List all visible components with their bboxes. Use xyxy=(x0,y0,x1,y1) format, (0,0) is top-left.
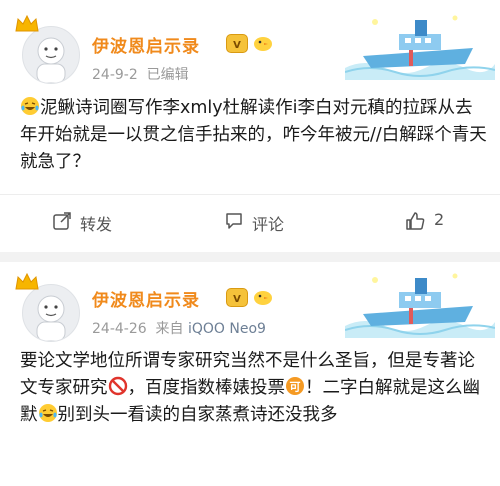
section-gap xyxy=(0,252,500,262)
svg-text:V: V xyxy=(233,294,241,305)
post-text: 泥鳅诗词圈写作李xmly杜解读作i李白对元稹的拉踩从去年开始就是一以贯之信手拈来… xyxy=(20,98,487,172)
vip-badge-icon: V xyxy=(226,288,248,307)
ship-decoration xyxy=(345,15,495,80)
divider xyxy=(0,194,500,195)
post-text: ，百度指数棒婊投票 xyxy=(127,378,286,398)
repost-icon xyxy=(53,212,71,230)
like-icon xyxy=(406,212,425,230)
avatar[interactable] xyxy=(22,284,80,342)
repost-button[interactable]: 转发 xyxy=(52,211,124,235)
avatar[interactable] xyxy=(22,26,80,84)
laugh-cry-emoji xyxy=(38,404,57,422)
post-meta: 24-9-2 已编辑 xyxy=(92,64,189,84)
chick-icon xyxy=(254,291,272,305)
source-prefix: 来自 xyxy=(155,321,184,337)
svg-text:V: V xyxy=(233,40,241,51)
laugh-cry-emoji xyxy=(21,97,39,115)
post-content: 要论文学地位所谓专家研究当然不是什么圣旨，但是专著论文专家研究 ，百度指数棒婊投… xyxy=(20,348,488,466)
ke-badge-emoji: 可 xyxy=(286,377,304,395)
comment-icon xyxy=(226,213,242,229)
vip-badge-icon: V xyxy=(226,34,248,53)
prohibited-emoji xyxy=(108,376,127,396)
post-text: 别到头一看读的自家蒸煮诗还没我多 xyxy=(57,405,338,425)
post-content: 泥鳅诗词圈写作李xmly杜解读作i李白对元稹的拉踩从去年开始就是一以贯之信手拈来… xyxy=(20,95,488,185)
svg-text:可: 可 xyxy=(290,381,301,394)
comment-label: 评论 xyxy=(252,215,285,234)
post-date: 24-9-2 xyxy=(92,67,138,83)
username[interactable]: 伊波恩启示录 xyxy=(92,32,200,57)
like-button[interactable]: 2 xyxy=(404,210,454,234)
ship-decoration xyxy=(345,273,495,338)
post-card: 伊波恩启示录 V 24-4-26 来自 iQOO Neo9 要论文学地位所谓专家… xyxy=(0,262,500,486)
post-date: 24-4-26 xyxy=(92,321,147,337)
like-count: 2 xyxy=(434,210,445,229)
source-link[interactable]: iQOO Neo9 xyxy=(188,321,266,337)
username[interactable]: 伊波恩启示录 xyxy=(92,286,200,311)
edited-label: 已编辑 xyxy=(146,67,189,83)
chick-icon xyxy=(254,37,272,51)
post-meta: 24-4-26 来自 iQOO Neo9 xyxy=(92,318,266,338)
comment-button[interactable]: 评论 xyxy=(224,211,296,235)
crown-icon xyxy=(15,272,39,290)
crown-icon xyxy=(15,14,39,32)
repost-label: 转发 xyxy=(80,215,113,234)
post-card: 伊波恩启示录 V 24-9-2 已编辑 泥鳅诗词圈写作李xmly杜解读作i李白对 xyxy=(0,0,500,252)
